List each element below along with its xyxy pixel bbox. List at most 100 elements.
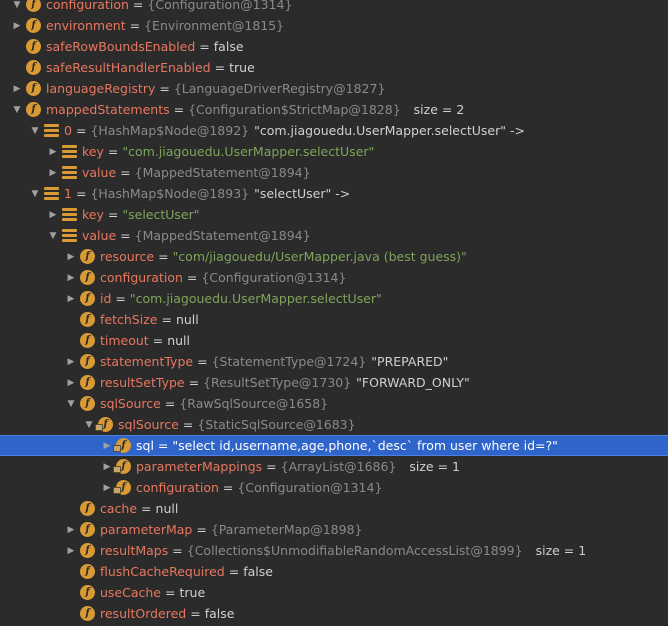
collapse-arrow-icon[interactable]: ▼ [28,187,42,201]
expand-arrow-icon[interactable]: ▶ [10,82,24,96]
field-icon: f [80,270,95,285]
expand-arrow-icon[interactable]: ▶ [64,523,78,537]
collapse-arrow-icon[interactable]: ▼ [10,103,24,117]
tree-row[interactable]: ▶ f parameterMap = {ParameterMap@1898} [0,519,668,540]
tree-row[interactable]: ▶ f resource = "com/jiagouedu/UserMapper.jav… [0,246,668,267]
equals-sign: = [164,396,176,411]
field-icon: f [80,396,95,411]
object-type: {HashMap$Node@1893} [90,186,250,201]
equals-sign: = [199,39,210,54]
variable-name: key [82,207,104,222]
variable-name: useCache [100,585,161,600]
equals-sign: = [107,207,119,222]
equals-sign: = [266,459,277,474]
collapse-arrow-icon[interactable]: ▼ [64,397,78,411]
tree-row[interactable]: ▼ f configuration = {Configuration@1314} [0,0,668,15]
tree-row[interactable]: ▶fflushCacheRequired=false [0,561,668,582]
tree-row[interactable]: ▼ value = {MappedStatement@1894} [0,225,668,246]
object-type: {Environment@1815} [144,18,285,33]
tree-row[interactable]: ▼ f sqlSource = {RawSqlSource@1658} [0,393,668,414]
equals-sign: = [228,564,240,579]
variable-name: safeRowBoundsEnabled [46,39,196,54]
tree-row[interactable]: ▶ftimeout=null [0,330,668,351]
collapse-arrow-icon[interactable]: ▼ [82,418,96,432]
tree-row[interactable]: ▶ f resultMaps = {Collections$UnmodifiableRa… [0,540,668,561]
equals-sign: = [120,165,131,180]
tree-row[interactable]: ▼ f sqlSource = {StaticSqlSource@1683} [0,414,668,435]
tree-row[interactable]: ▶ f resultSetType = {ResultSetType@1730} "FOR… [0,372,668,393]
object-type: {MappedStatement@1894} [134,165,311,180]
variable-name: parameterMap [100,522,193,537]
variable-name: statementType [100,354,194,369]
variable-name: resultOrdered [100,606,187,621]
expand-arrow-icon[interactable]: ▶ [100,481,114,495]
variable-name: resultMaps [100,543,169,558]
tree-row[interactable]: ▶fresultOrdered=false [0,603,668,624]
collapse-arrow-icon[interactable]: ▼ [46,229,60,243]
object-type: {MappedStatement@1894} [134,228,311,243]
collapse-arrow-icon[interactable]: ▼ [28,124,42,138]
equals-sign: = [173,102,185,117]
equals-sign: = [132,0,144,12]
object-type: {LanguageDriverRegistry@1827} [173,81,386,96]
expand-arrow-icon[interactable]: ▶ [10,19,24,33]
variable-name: safeResultHandlerEnabled [46,60,211,75]
variable-name: configuration [100,270,183,285]
tree-row[interactable]: ▶ key = "com.jiagouedu.UserMapper.selectUse… [0,141,668,162]
equals-sign: = [214,60,226,75]
expand-arrow-icon[interactable]: ▶ [100,460,114,474]
object-type: {StatementType@1724} [211,354,367,369]
variable-name: cache [100,501,138,516]
tree-row[interactable]: ▶ffetchSize=null [0,309,668,330]
expand-arrow-icon[interactable]: ▶ [64,250,78,264]
tree-row[interactable]: ▶ f statementType = {StatementType@1724} "PRE… [0,351,668,372]
variable-name: 1 [64,186,72,201]
tree-row[interactable]: ▶fsafeRowBoundsEnabled=false [0,36,668,57]
expand-arrow-icon[interactable]: ▶ [100,439,114,453]
collection-size: size = 1 [535,543,587,558]
equals-sign: = [182,417,194,432]
variable-name: mappedStatements [46,102,170,117]
string-value: "com/jiagouedu/UserMapper.java (best gue… [172,249,467,264]
equals-sign: = [120,228,131,243]
variable-value: "PREPARED" [371,354,449,369]
field-icon: f [80,564,95,579]
expand-arrow-icon[interactable]: ▶ [46,208,60,222]
tree-row[interactable]: ▼ 1 = {HashMap$Node@1893} "selectUser" -> [0,183,668,204]
tree-row[interactable]: ▶fuseCache=true [0,582,668,603]
variable-name: flushCacheRequired [100,564,225,579]
object-type: {HashMap$Node@1892} [90,123,250,138]
object-type: {RawSqlSource@1658} [179,396,329,411]
tree-row[interactable]: ▶ f languageRegistry = {LanguageDriverRegist… [0,78,668,99]
tree-row[interactable]: ▼ f mappedStatements = {Configuration$Strict… [0,99,668,120]
tree-row[interactable]: ▶ f environment = {Environment@1815} [0,15,668,36]
equals-sign: = [107,144,119,159]
tree-row[interactable]: ▶fcache=null [0,498,668,519]
variable-name: sqlSource [118,417,179,432]
expand-arrow-icon[interactable]: ▶ [46,166,60,180]
tree-row[interactable]: ▶ f configuration = {Configuration@1314} [0,477,668,498]
tree-row[interactable]: ▶ f configuration = {Configuration@1314} [0,267,668,288]
variable-value: null [167,333,190,348]
tree-row[interactable]: ▶ value = {MappedStatement@1894} [0,162,668,183]
tree-row[interactable]: ▶ f parameterMappings = {ArrayList@1686} size… [0,456,668,477]
tree-row[interactable]: ▶ f sql = "select id,username,age,phone,`des… [0,435,668,456]
variable-name: languageRegistry [46,81,156,96]
tree-row[interactable]: ▶fsafeResultHandlerEnabled=true [0,57,668,78]
expand-arrow-icon[interactable]: ▶ [64,544,78,558]
object-type: {StaticSqlSource@1683} [197,417,356,432]
expand-arrow-icon[interactable]: ▶ [64,292,78,306]
field-icon: f [80,543,95,558]
tree-row[interactable]: ▼ 0 = {HashMap$Node@1892} "com.jiagouedu.Use… [0,120,668,141]
field-icon: f [80,249,95,264]
tree-row[interactable]: ▶ f id = "com.jiagouedu.UserMapper.selectUse… [0,288,668,309]
tree-row[interactable]: ▶ key = "selectUser" [0,204,668,225]
expand-arrow-icon[interactable]: ▶ [64,271,78,285]
variables-tree[interactable]: ▼ f configuration = {Configuration@1314} ▶ f en… [0,0,668,626]
collapse-arrow-icon[interactable]: ▼ [10,0,24,12]
equals-sign: = [222,480,234,495]
expand-arrow-icon[interactable]: ▶ [64,376,78,390]
expand-arrow-icon[interactable]: ▶ [64,355,78,369]
field-icon: f [26,81,41,96]
expand-arrow-icon[interactable]: ▶ [46,145,60,159]
